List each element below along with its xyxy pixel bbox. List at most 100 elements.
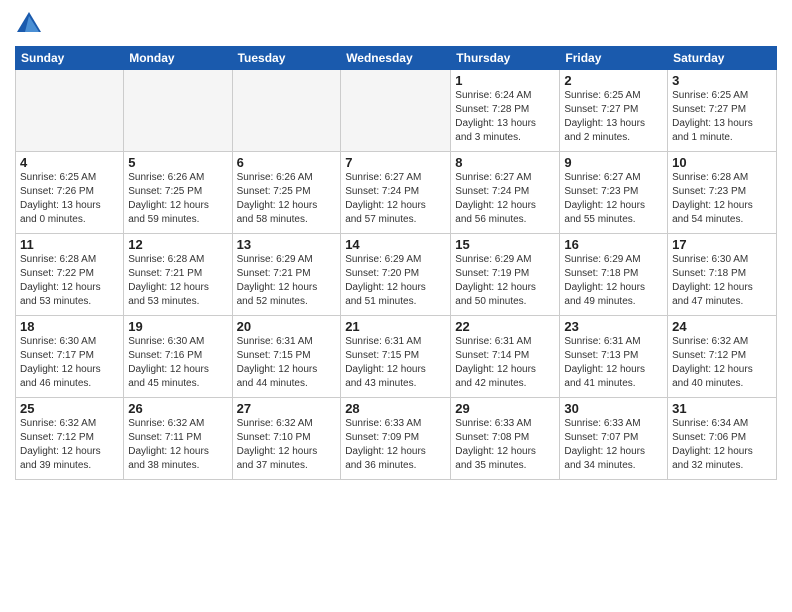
- day-info: Sunrise: 6:25 AM Sunset: 7:27 PM Dayligh…: [672, 89, 772, 145]
- day-number: 26: [128, 401, 227, 416]
- calendar-header-wednesday: Wednesday: [341, 47, 451, 70]
- day-info: Sunrise: 6:32 AM Sunset: 7:10 PM Dayligh…: [237, 417, 337, 473]
- calendar-header-saturday: Saturday: [668, 47, 777, 70]
- calendar-cell: 11Sunrise: 6:28 AM Sunset: 7:22 PM Dayli…: [16, 234, 124, 316]
- calendar-cell: 18Sunrise: 6:30 AM Sunset: 7:17 PM Dayli…: [16, 316, 124, 398]
- calendar-cell: 15Sunrise: 6:29 AM Sunset: 7:19 PM Dayli…: [451, 234, 560, 316]
- calendar-cell: 5Sunrise: 6:26 AM Sunset: 7:25 PM Daylig…: [124, 152, 232, 234]
- day-number: 6: [237, 155, 337, 170]
- calendar-cell: 23Sunrise: 6:31 AM Sunset: 7:13 PM Dayli…: [560, 316, 668, 398]
- day-info: Sunrise: 6:33 AM Sunset: 7:08 PM Dayligh…: [455, 417, 555, 473]
- calendar-cell: 21Sunrise: 6:31 AM Sunset: 7:15 PM Dayli…: [341, 316, 451, 398]
- day-number: 2: [564, 73, 663, 88]
- calendar-header-monday: Monday: [124, 47, 232, 70]
- day-number: 18: [20, 319, 119, 334]
- calendar-cell: 13Sunrise: 6:29 AM Sunset: 7:21 PM Dayli…: [232, 234, 341, 316]
- day-number: 29: [455, 401, 555, 416]
- day-number: 30: [564, 401, 663, 416]
- calendar-cell: 22Sunrise: 6:31 AM Sunset: 7:14 PM Dayli…: [451, 316, 560, 398]
- day-info: Sunrise: 6:27 AM Sunset: 7:24 PM Dayligh…: [455, 171, 555, 227]
- day-number: 28: [345, 401, 446, 416]
- page: SundayMondayTuesdayWednesdayThursdayFrid…: [0, 0, 792, 612]
- calendar-cell: 27Sunrise: 6:32 AM Sunset: 7:10 PM Dayli…: [232, 398, 341, 480]
- day-info: Sunrise: 6:24 AM Sunset: 7:28 PM Dayligh…: [455, 89, 555, 145]
- day-info: Sunrise: 6:33 AM Sunset: 7:07 PM Dayligh…: [564, 417, 663, 473]
- day-info: Sunrise: 6:26 AM Sunset: 7:25 PM Dayligh…: [237, 171, 337, 227]
- day-info: Sunrise: 6:31 AM Sunset: 7:13 PM Dayligh…: [564, 335, 663, 391]
- day-number: 27: [237, 401, 337, 416]
- day-info: Sunrise: 6:28 AM Sunset: 7:21 PM Dayligh…: [128, 253, 227, 309]
- calendar-cell: 17Sunrise: 6:30 AM Sunset: 7:18 PM Dayli…: [668, 234, 777, 316]
- calendar-cell: 26Sunrise: 6:32 AM Sunset: 7:11 PM Dayli…: [124, 398, 232, 480]
- day-number: 1: [455, 73, 555, 88]
- day-info: Sunrise: 6:30 AM Sunset: 7:18 PM Dayligh…: [672, 253, 772, 309]
- calendar-cell: 10Sunrise: 6:28 AM Sunset: 7:23 PM Dayli…: [668, 152, 777, 234]
- calendar-cell: 31Sunrise: 6:34 AM Sunset: 7:06 PM Dayli…: [668, 398, 777, 480]
- calendar-cell: 29Sunrise: 6:33 AM Sunset: 7:08 PM Dayli…: [451, 398, 560, 480]
- day-number: 12: [128, 237, 227, 252]
- day-number: 14: [345, 237, 446, 252]
- calendar: SundayMondayTuesdayWednesdayThursdayFrid…: [15, 46, 777, 480]
- calendar-cell: 2Sunrise: 6:25 AM Sunset: 7:27 PM Daylig…: [560, 70, 668, 152]
- calendar-header-thursday: Thursday: [451, 47, 560, 70]
- calendar-cell: 3Sunrise: 6:25 AM Sunset: 7:27 PM Daylig…: [668, 70, 777, 152]
- day-info: Sunrise: 6:29 AM Sunset: 7:19 PM Dayligh…: [455, 253, 555, 309]
- day-info: Sunrise: 6:30 AM Sunset: 7:16 PM Dayligh…: [128, 335, 227, 391]
- calendar-cell: 16Sunrise: 6:29 AM Sunset: 7:18 PM Dayli…: [560, 234, 668, 316]
- calendar-cell: 28Sunrise: 6:33 AM Sunset: 7:09 PM Dayli…: [341, 398, 451, 480]
- day-info: Sunrise: 6:29 AM Sunset: 7:20 PM Dayligh…: [345, 253, 446, 309]
- calendar-header-sunday: Sunday: [16, 47, 124, 70]
- calendar-week-5: 25Sunrise: 6:32 AM Sunset: 7:12 PM Dayli…: [16, 398, 777, 480]
- calendar-cell: 1Sunrise: 6:24 AM Sunset: 7:28 PM Daylig…: [451, 70, 560, 152]
- header: [15, 10, 777, 38]
- day-info: Sunrise: 6:25 AM Sunset: 7:26 PM Dayligh…: [20, 171, 119, 227]
- day-info: Sunrise: 6:27 AM Sunset: 7:23 PM Dayligh…: [564, 171, 663, 227]
- day-info: Sunrise: 6:34 AM Sunset: 7:06 PM Dayligh…: [672, 417, 772, 473]
- calendar-cell: 20Sunrise: 6:31 AM Sunset: 7:15 PM Dayli…: [232, 316, 341, 398]
- day-info: Sunrise: 6:29 AM Sunset: 7:18 PM Dayligh…: [564, 253, 663, 309]
- calendar-header-row: SundayMondayTuesdayWednesdayThursdayFrid…: [16, 47, 777, 70]
- logo-icon: [15, 10, 43, 38]
- calendar-cell: 19Sunrise: 6:30 AM Sunset: 7:16 PM Dayli…: [124, 316, 232, 398]
- calendar-week-1: 1Sunrise: 6:24 AM Sunset: 7:28 PM Daylig…: [16, 70, 777, 152]
- calendar-cell: [341, 70, 451, 152]
- calendar-week-4: 18Sunrise: 6:30 AM Sunset: 7:17 PM Dayli…: [16, 316, 777, 398]
- day-number: 11: [20, 237, 119, 252]
- calendar-week-3: 11Sunrise: 6:28 AM Sunset: 7:22 PM Dayli…: [16, 234, 777, 316]
- calendar-cell: 12Sunrise: 6:28 AM Sunset: 7:21 PM Dayli…: [124, 234, 232, 316]
- day-number: 3: [672, 73, 772, 88]
- day-info: Sunrise: 6:31 AM Sunset: 7:15 PM Dayligh…: [237, 335, 337, 391]
- day-number: 8: [455, 155, 555, 170]
- day-number: 22: [455, 319, 555, 334]
- day-number: 19: [128, 319, 227, 334]
- calendar-cell: 25Sunrise: 6:32 AM Sunset: 7:12 PM Dayli…: [16, 398, 124, 480]
- day-number: 10: [672, 155, 772, 170]
- day-number: 24: [672, 319, 772, 334]
- calendar-cell: 7Sunrise: 6:27 AM Sunset: 7:24 PM Daylig…: [341, 152, 451, 234]
- day-number: 31: [672, 401, 772, 416]
- day-info: Sunrise: 6:30 AM Sunset: 7:17 PM Dayligh…: [20, 335, 119, 391]
- day-info: Sunrise: 6:32 AM Sunset: 7:11 PM Dayligh…: [128, 417, 227, 473]
- calendar-cell: [124, 70, 232, 152]
- day-info: Sunrise: 6:31 AM Sunset: 7:15 PM Dayligh…: [345, 335, 446, 391]
- calendar-cell: 9Sunrise: 6:27 AM Sunset: 7:23 PM Daylig…: [560, 152, 668, 234]
- calendar-cell: 30Sunrise: 6:33 AM Sunset: 7:07 PM Dayli…: [560, 398, 668, 480]
- day-info: Sunrise: 6:32 AM Sunset: 7:12 PM Dayligh…: [672, 335, 772, 391]
- day-number: 17: [672, 237, 772, 252]
- day-info: Sunrise: 6:28 AM Sunset: 7:22 PM Dayligh…: [20, 253, 119, 309]
- day-number: 16: [564, 237, 663, 252]
- day-number: 25: [20, 401, 119, 416]
- day-number: 5: [128, 155, 227, 170]
- calendar-header-friday: Friday: [560, 47, 668, 70]
- day-info: Sunrise: 6:29 AM Sunset: 7:21 PM Dayligh…: [237, 253, 337, 309]
- calendar-cell: 6Sunrise: 6:26 AM Sunset: 7:25 PM Daylig…: [232, 152, 341, 234]
- day-number: 4: [20, 155, 119, 170]
- logo: [15, 10, 47, 38]
- day-info: Sunrise: 6:33 AM Sunset: 7:09 PM Dayligh…: [345, 417, 446, 473]
- day-info: Sunrise: 6:27 AM Sunset: 7:24 PM Dayligh…: [345, 171, 446, 227]
- calendar-cell: 4Sunrise: 6:25 AM Sunset: 7:26 PM Daylig…: [16, 152, 124, 234]
- day-number: 7: [345, 155, 446, 170]
- calendar-cell: 8Sunrise: 6:27 AM Sunset: 7:24 PM Daylig…: [451, 152, 560, 234]
- calendar-cell: [232, 70, 341, 152]
- day-info: Sunrise: 6:32 AM Sunset: 7:12 PM Dayligh…: [20, 417, 119, 473]
